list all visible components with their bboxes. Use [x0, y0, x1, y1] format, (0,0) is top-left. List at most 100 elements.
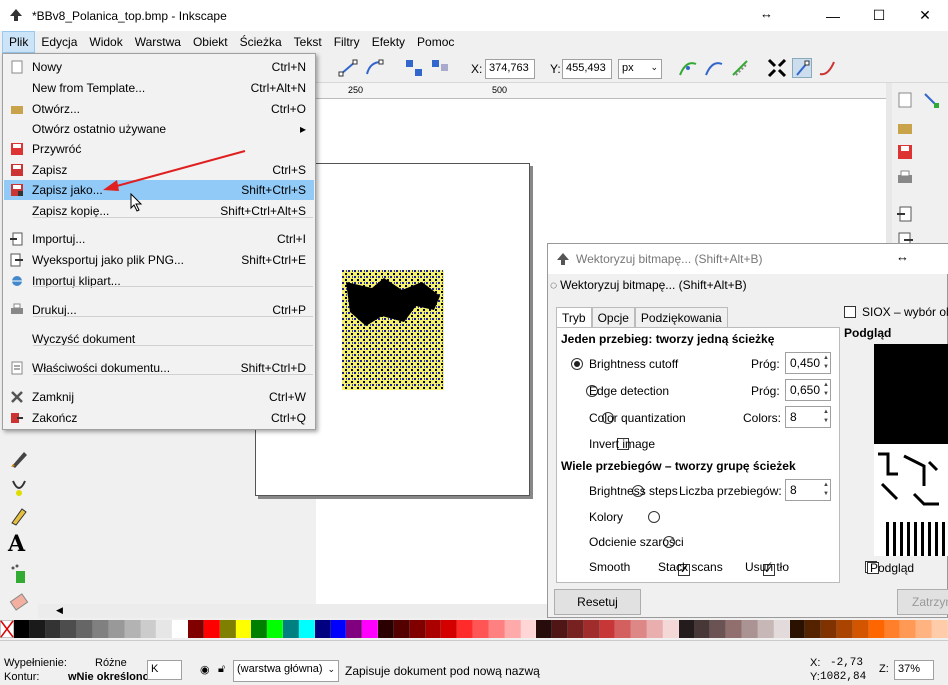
file-menu-item-8[interactable]: Importuj... Ctrl+I	[4, 229, 314, 249]
menu-edycja[interactable]: Edycja	[35, 32, 83, 52]
minimize-button[interactable]: —	[810, 0, 856, 31]
color-swatch[interactable]	[615, 620, 632, 638]
color-swatch[interactable]	[583, 620, 600, 638]
menu-efekty[interactable]: Efekty	[366, 32, 411, 52]
color-swatch[interactable]	[188, 620, 204, 638]
save-right-icon[interactable]	[896, 143, 914, 161]
file-menu-item-13[interactable]: Właściwości dokumentu... Shift+Ctrl+D	[4, 358, 314, 378]
break-nodes-icon[interactable]	[430, 58, 450, 78]
color-palette[interactable]	[0, 620, 948, 638]
color-swatch[interactable]	[805, 620, 822, 638]
file-menu-item-11[interactable]: Drukuj... Ctrl+P	[4, 300, 314, 320]
file-menu-item-10[interactable]: Importuj klipart...	[4, 271, 314, 291]
unit-select[interactable]: px ⌄	[618, 59, 662, 79]
color-swatch[interactable]	[330, 620, 347, 638]
color-swatch[interactable]	[14, 620, 30, 638]
color-swatch[interactable]	[77, 620, 94, 638]
color-swatch[interactable]	[599, 620, 616, 638]
color-swatch[interactable]	[441, 620, 458, 638]
color-swatch[interactable]	[140, 620, 157, 638]
new-doc-right-icon[interactable]	[896, 91, 914, 109]
color-swatch[interactable]	[29, 620, 46, 638]
color-swatch[interactable]	[488, 620, 505, 638]
passes-spinner[interactable]: 8	[785, 479, 831, 501]
kolory-radio[interactable]	[647, 511, 660, 523]
calligraphy-tool-icon[interactable]	[8, 448, 30, 470]
import-right-icon[interactable]	[896, 205, 914, 223]
color-swatch[interactable]	[314, 620, 331, 638]
file-menu-item-9[interactable]: Wyeksportuj jako plik PNG... Shift+Ctrl+E	[4, 250, 314, 270]
color-swatch[interactable]	[425, 620, 442, 638]
text-tool-icon[interactable]: A	[8, 531, 25, 557]
menu-pomoc[interactable]: Pomoc	[411, 32, 460, 52]
close-window-button[interactable]: ✕	[902, 0, 948, 31]
file-menu-item-15[interactable]: Zakończ Ctrl+Q	[4, 408, 314, 428]
color-swatch[interactable]	[789, 620, 806, 638]
color-swatch[interactable]	[742, 620, 758, 638]
color-swatch[interactable]	[283, 620, 299, 638]
node-cusp-icon[interactable]	[338, 58, 358, 78]
color-swatch[interactable]	[647, 620, 663, 638]
color-swatch[interactable]	[473, 620, 489, 638]
color-swatch[interactable]	[757, 620, 774, 638]
color-swatch[interactable]	[662, 620, 679, 638]
zoom-field[interactable]: 37%	[894, 660, 934, 680]
bitmap-image[interactable]	[342, 270, 444, 390]
layer-select[interactable]: (warstwa główna) ⌄	[233, 660, 339, 682]
file-menu-item-12[interactable]: Wyczyść dokument	[4, 329, 314, 349]
color-swatch[interactable]	[457, 620, 474, 638]
color-swatch[interactable]	[393, 620, 410, 638]
color-swatch[interactable]	[156, 620, 173, 638]
show-handles-icon[interactable]	[792, 58, 812, 78]
color-swatch[interactable]	[172, 620, 189, 638]
tab-opcje[interactable]: Opcje	[591, 307, 635, 327]
color-swatch[interactable]	[346, 620, 363, 638]
file-menu-item-0[interactable]: Nowy Ctrl+N	[4, 57, 314, 77]
path-effect-icon[interactable]	[678, 58, 698, 78]
color-swatch[interactable]	[694, 620, 711, 638]
node-editor-icon[interactable]	[922, 91, 940, 109]
color-swatch[interactable]	[773, 620, 790, 638]
color-swatch[interactable]	[837, 620, 853, 638]
color-swatch[interactable]	[362, 620, 379, 638]
color-swatch[interactable]	[852, 620, 869, 638]
color-swatch[interactable]	[251, 620, 268, 638]
file-menu-item-3[interactable]: Otwórz ostatnio używane ▸	[4, 119, 314, 139]
color-swatch[interactable]	[45, 620, 62, 638]
edit-clip-icon[interactable]	[704, 58, 724, 78]
color-swatch[interactable]	[219, 620, 236, 638]
siox-checkbox[interactable]	[844, 306, 856, 318]
color-swatch[interactable]	[504, 620, 521, 638]
color-swatch[interactable]	[378, 620, 394, 638]
color-swatch[interactable]	[235, 620, 252, 638]
menu-warstwa[interactable]: Warstwa	[129, 32, 187, 52]
color-swatch[interactable]	[93, 620, 109, 638]
menu-widok[interactable]: Widok	[83, 32, 128, 52]
node-smooth-icon[interactable]	[364, 58, 384, 78]
file-menu-item-7[interactable]: Zapisz kopię... Shift+Ctrl+Alt+S	[4, 201, 314, 221]
color-swatch[interactable]	[203, 620, 220, 638]
file-menu-item-1[interactable]: New from Template... Ctrl+Alt+N	[4, 78, 314, 98]
spray-tool-icon[interactable]	[8, 563, 30, 585]
menu-filtry[interactable]: Filtry	[328, 32, 366, 52]
colors-spinner[interactable]: 8	[785, 406, 831, 428]
threshold1-spinner[interactable]: 0,450	[785, 352, 831, 374]
layer-lock-icon[interactable]: 🔓︎	[218, 663, 225, 676]
menu-sciezka[interactable]: Ścieżka	[234, 32, 288, 52]
color-swatch[interactable]	[631, 620, 648, 638]
color-swatch[interactable]	[409, 620, 426, 638]
maximize-button[interactable]: ☐	[856, 0, 902, 31]
file-menu-item-2[interactable]: Otwórz... Ctrl+O	[4, 99, 314, 119]
x-coord-field[interactable]: 374,763	[485, 59, 535, 79]
pen-tool-icon[interactable]	[8, 477, 30, 499]
tab-podziekowania[interactable]: Podziękowania	[634, 307, 728, 327]
color-swatch[interactable]	[124, 620, 141, 638]
open-right-icon[interactable]	[896, 119, 914, 137]
transform-handles-icon[interactable]	[767, 58, 787, 78]
print-right-icon[interactable]	[896, 169, 914, 187]
show-outline-icon[interactable]	[818, 58, 838, 78]
color-swatch[interactable]	[726, 620, 743, 638]
menu-obiekt[interactable]: Obiekt	[187, 32, 234, 52]
menu-tekst[interactable]: Tekst	[288, 32, 328, 52]
color-swatch[interactable]	[868, 620, 885, 638]
